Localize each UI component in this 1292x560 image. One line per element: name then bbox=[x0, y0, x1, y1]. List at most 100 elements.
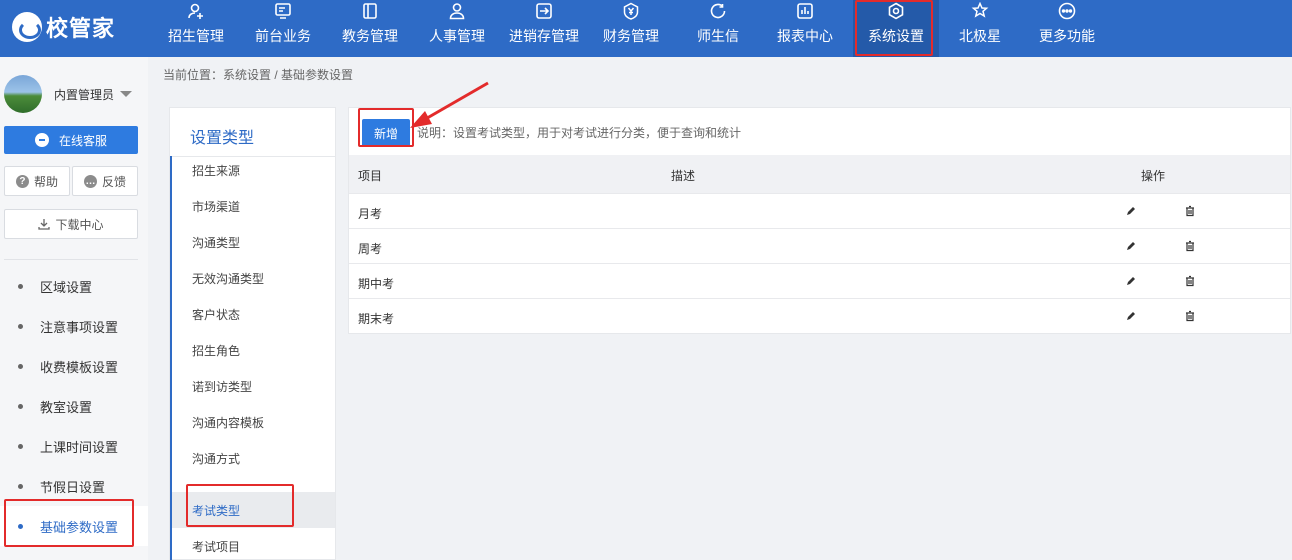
sidebar-item-holiday[interactable]: 节假日设置 bbox=[0, 466, 148, 506]
nav-item-front-desk[interactable]: 前台业务 bbox=[240, 0, 326, 57]
bullet-icon bbox=[18, 323, 23, 329]
online-service-label: 在线客服 bbox=[58, 133, 107, 148]
description-hint: 说明：设置考试类型，用于对考试进行分类，便于查询和统计 bbox=[417, 126, 742, 140]
type-item-admission-source[interactable]: 招生来源 bbox=[172, 152, 335, 188]
nav-item-reports[interactable]: 报表中心 bbox=[762, 0, 848, 57]
nav-label: 北极星 bbox=[959, 28, 1001, 44]
sidebar-item-basic-params[interactable]: 基础参数设置 bbox=[0, 506, 148, 546]
person-add-icon bbox=[187, 2, 205, 20]
add-button[interactable]: 新增 bbox=[362, 119, 410, 147]
edit-icon[interactable] bbox=[1125, 310, 1137, 322]
more-icon bbox=[1058, 2, 1076, 20]
nav-item-system-settings[interactable]: 系统设置 bbox=[853, 0, 939, 57]
edit-icon[interactable] bbox=[1125, 240, 1137, 252]
help-button[interactable]: ? 帮助 bbox=[4, 166, 70, 196]
logo-icon bbox=[12, 12, 42, 42]
sidebar-item-region[interactable]: 区域设置 bbox=[0, 266, 148, 306]
nav-label: 更多功能 bbox=[1039, 28, 1095, 44]
nav-item-inventory[interactable]: 进销存管理 bbox=[501, 0, 587, 57]
bar-chart-icon bbox=[796, 2, 814, 20]
nav-item-academic[interactable]: 教务管理 bbox=[327, 0, 413, 57]
delete-icon[interactable] bbox=[1184, 240, 1196, 252]
sidebar-item-label: 上课时间设置 bbox=[40, 439, 119, 455]
person-icon bbox=[448, 2, 466, 20]
bullet-icon bbox=[18, 483, 23, 489]
user-menu[interactable]: 内置管理员 bbox=[4, 75, 133, 113]
yen-shield-icon bbox=[622, 2, 640, 20]
online-service-button[interactable]: 在线客服 bbox=[4, 126, 138, 154]
nav-item-finance[interactable]: 财务管理 bbox=[588, 0, 674, 57]
gear-icon bbox=[887, 2, 905, 20]
star-icon bbox=[971, 2, 989, 20]
nav-label: 人事管理 bbox=[429, 28, 485, 44]
sidebar-divider bbox=[4, 259, 138, 260]
download-icon bbox=[38, 218, 51, 230]
edit-icon[interactable] bbox=[1125, 205, 1137, 217]
panel-title: 设置类型 bbox=[190, 130, 255, 147]
nav-label: 招生管理 bbox=[168, 28, 224, 44]
delete-icon[interactable] bbox=[1184, 275, 1196, 287]
book-icon bbox=[361, 2, 379, 20]
delete-icon[interactable] bbox=[1184, 310, 1196, 322]
column-header-description: 描述 bbox=[671, 169, 696, 183]
column-header-item: 项目 bbox=[358, 169, 383, 183]
nav-item-more[interactable]: 更多功能 bbox=[1024, 0, 1110, 57]
nav-item-hr[interactable]: 人事管理 bbox=[414, 0, 500, 57]
sidebar-item-classroom[interactable]: 教室设置 bbox=[0, 386, 148, 426]
user-name: 内置管理员 bbox=[54, 87, 115, 102]
box-arrow-icon bbox=[535, 2, 553, 20]
cell-item: 周考 bbox=[358, 242, 383, 256]
exam-type-table-panel: 新增 说明：设置考试类型，用于对考试进行分类，便于查询和统计 项目 描述 操作 … bbox=[348, 107, 1291, 334]
type-item-communication-type[interactable]: 沟通类型 bbox=[172, 224, 335, 260]
table-row: 期末考 bbox=[349, 298, 1290, 333]
help-label: 帮助 bbox=[33, 174, 58, 189]
cell-item: 期中考 bbox=[358, 277, 395, 291]
sidebar-item-label: 注意事项设置 bbox=[40, 319, 119, 335]
monitor-icon bbox=[274, 2, 292, 20]
download-center-button[interactable]: 下载中心 bbox=[4, 209, 138, 239]
cell-item: 期末考 bbox=[358, 312, 395, 326]
nav-label: 师生信 bbox=[697, 28, 739, 44]
brand-logo[interactable]: 校管家 bbox=[12, 11, 115, 43]
type-item-communication-method[interactable]: 沟通方式 bbox=[172, 440, 335, 476]
nav-item-messaging[interactable]: 师生信 bbox=[675, 0, 761, 57]
table-header: 项目 描述 操作 bbox=[349, 155, 1290, 193]
breadcrumb: 当前位置：系统设置 / 基础参数设置 bbox=[163, 68, 354, 82]
bullet-icon bbox=[18, 403, 23, 409]
bullet-icon bbox=[18, 283, 23, 289]
nav-label: 教务管理 bbox=[342, 28, 398, 44]
type-item-invalid-communication[interactable]: 无效沟通类型 bbox=[172, 260, 335, 296]
brand-name: 校管家 bbox=[46, 16, 116, 41]
edit-icon[interactable] bbox=[1125, 275, 1137, 287]
sidebar-item-label: 收费模板设置 bbox=[40, 359, 119, 375]
table-row: 期中考 bbox=[349, 263, 1290, 298]
type-item-admission-role[interactable]: 招生角色 bbox=[172, 332, 335, 368]
type-item-exam-subject[interactable]: 考试项目 bbox=[172, 528, 335, 560]
bullet-icon bbox=[18, 523, 23, 529]
nav-item-admissions[interactable]: 招生管理 bbox=[153, 0, 239, 57]
sidebar-item-label: 区域设置 bbox=[40, 279, 93, 295]
type-item-visit-type[interactable]: 诺到访类型 bbox=[172, 368, 335, 404]
nav-label: 系统设置 bbox=[868, 28, 924, 44]
chevron-down-icon bbox=[120, 91, 133, 97]
column-header-actions: 操作 bbox=[1141, 169, 1166, 183]
question-icon: ? bbox=[15, 174, 29, 188]
type-item-exam-type[interactable]: 考试类型 bbox=[172, 492, 335, 528]
type-item-customer-status[interactable]: 客户状态 bbox=[172, 296, 335, 332]
sidebar-item-fee-template[interactable]: 收费模板设置 bbox=[0, 346, 148, 386]
delete-icon[interactable] bbox=[1184, 205, 1196, 217]
bullet-icon bbox=[18, 363, 23, 369]
cell-item: 月考 bbox=[358, 207, 383, 221]
left-sidebar: 内置管理员 在线客服 ? 帮助 … 反馈 下载中心 区域设置 注意事项设置 收费… bbox=[0, 57, 148, 560]
sidebar-item-class-time[interactable]: 上课时间设置 bbox=[0, 426, 148, 466]
feedback-button[interactable]: … 反馈 bbox=[72, 166, 138, 196]
type-item-communication-template[interactable]: 沟通内容模板 bbox=[172, 404, 335, 440]
chat-icon bbox=[709, 2, 727, 20]
sidebar-item-notes[interactable]: 注意事项设置 bbox=[0, 306, 148, 346]
type-item-market-channel[interactable]: 市场渠道 bbox=[172, 188, 335, 224]
feedback-label: 反馈 bbox=[101, 174, 126, 189]
nav-item-polaris[interactable]: 北极星 bbox=[937, 0, 1023, 57]
nav-label: 前台业务 bbox=[255, 28, 311, 44]
table-row: 周考 bbox=[349, 228, 1290, 263]
sidebar-item-label: 节假日设置 bbox=[40, 479, 106, 495]
